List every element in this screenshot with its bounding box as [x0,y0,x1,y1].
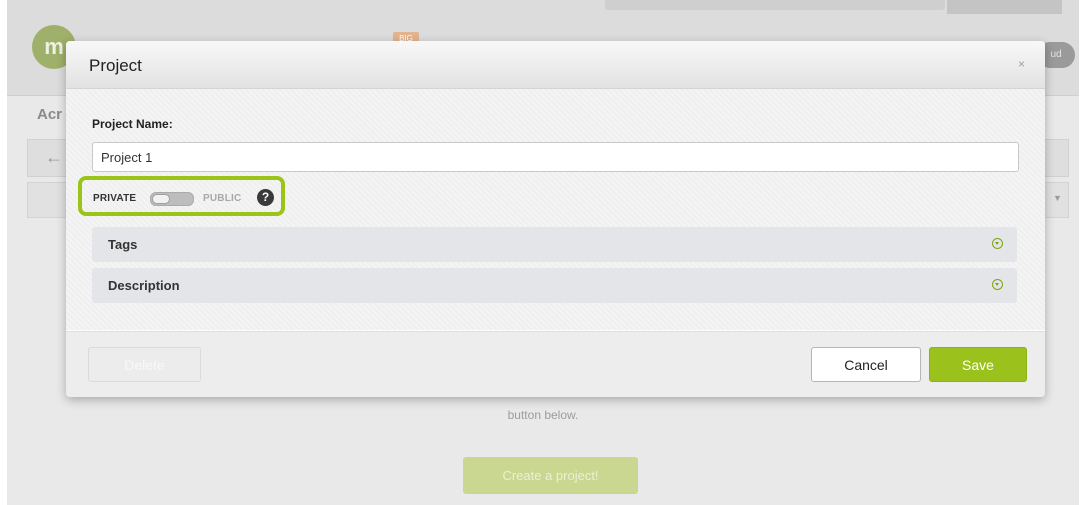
help-icon[interactable]: ? [257,189,274,206]
empty-state-text: button below. [507,408,579,422]
app-background: m BIG ud Acr ← ▼ button below. Create a … [7,0,1079,505]
close-icon[interactable]: × [1018,57,1025,71]
modal-header: Project × [66,41,1045,89]
back-arrow-icon: ← [45,147,63,167]
create-project-button: Create a project! [463,457,638,494]
visibility-toggle[interactable] [150,192,194,206]
tags-section-label: Tags [108,237,138,252]
chevron-down-icon: ▼ [1053,193,1062,203]
project-name-input[interactable] [92,142,1019,172]
description-section-header[interactable]: Description [92,268,1017,303]
toggle-knob [152,194,170,204]
project-name-label: Project Name: [92,117,173,131]
modal-body: Project Name: PRIVATE PUBLIC ? Tags Desc… [66,89,1045,330]
expand-circle-icon [992,238,1003,249]
description-section-label: Description [108,278,180,293]
delete-button[interactable]: Delete [88,347,201,382]
section-title: Acr [37,106,63,123]
modal-title: Project [89,56,142,75]
cancel-button[interactable]: Cancel [811,347,921,382]
search-bar [605,0,945,10]
project-modal: Project × Project Name: PRIVATE PUBLIC ?… [66,41,1045,397]
top-right-menu [947,0,1062,14]
save-button[interactable]: Save [929,347,1027,382]
expand-circle-icon [992,279,1003,290]
private-label: PRIVATE [93,193,137,204]
tags-section-header[interactable]: Tags [92,227,1017,262]
modal-footer: Delete Cancel Save [66,331,1045,397]
public-label: PUBLIC [203,193,242,204]
